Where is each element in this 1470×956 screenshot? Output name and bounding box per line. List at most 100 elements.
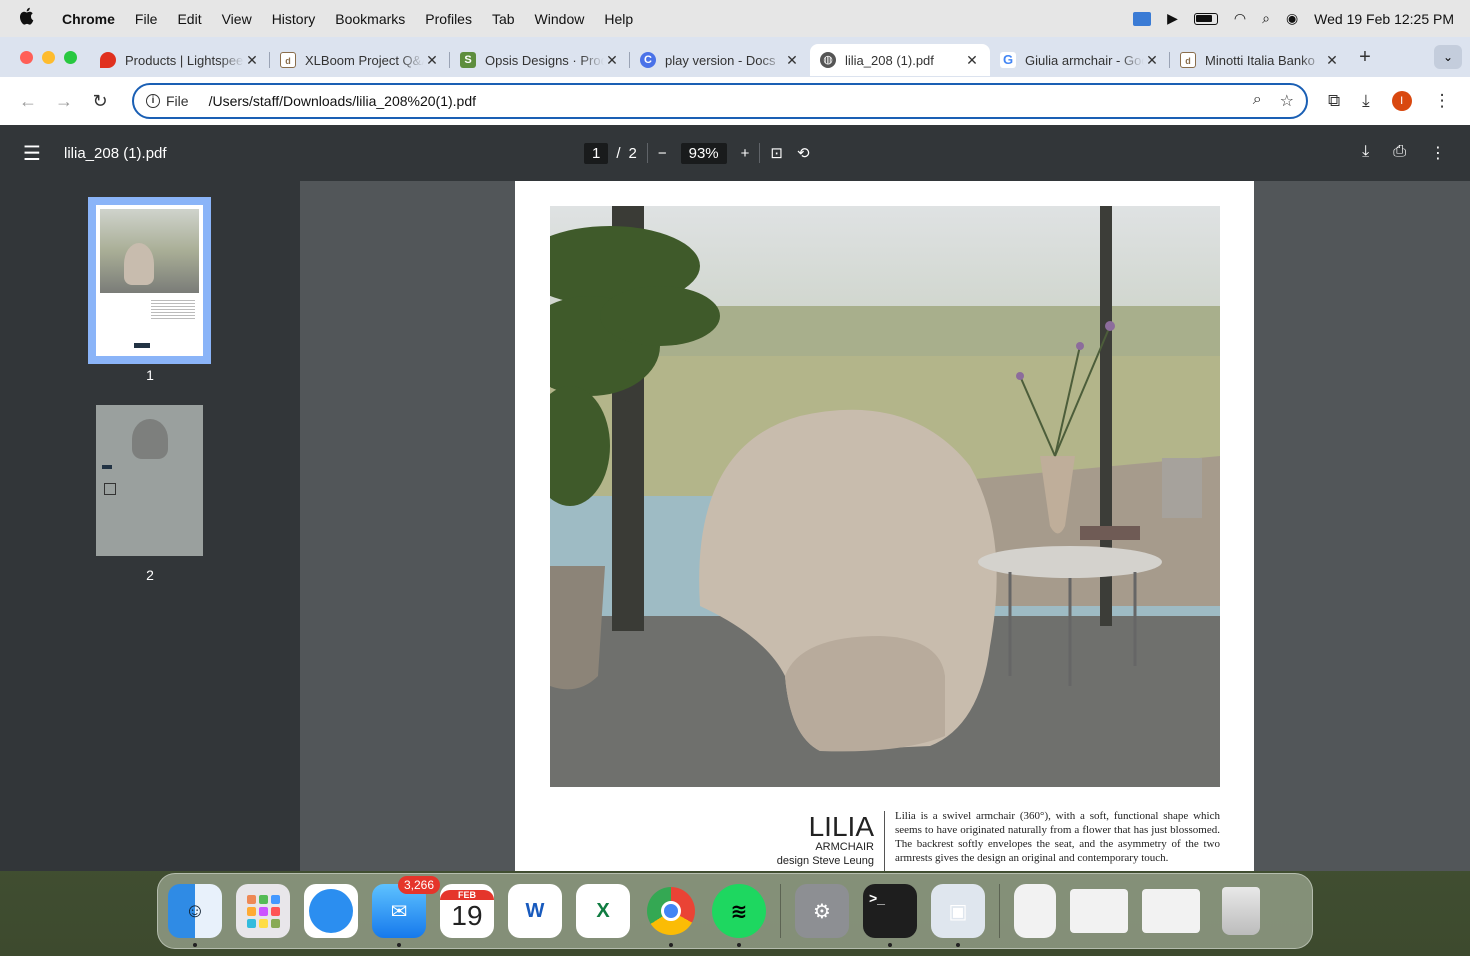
close-tab-icon[interactable]: ✕	[424, 52, 440, 69]
pdf-viewport[interactable]: LILIA ARMCHAIR design Steve Leung Lilia …	[300, 181, 1470, 871]
wifi-icon[interactable]: ◠	[1234, 10, 1246, 27]
pdf-download-icon[interactable]: ⤓	[1362, 143, 1369, 163]
thumbnail-chair	[124, 243, 154, 285]
menubar-datetime[interactable]: Wed 19 Feb 12:25 PM	[1314, 11, 1454, 27]
menu-history[interactable]: History	[262, 11, 326, 27]
fit-to-page-icon[interactable]: ⊡	[770, 144, 783, 162]
site-info-button[interactable]: i File	[146, 93, 189, 109]
thumbnail-logo	[134, 343, 150, 348]
profile-avatar[interactable]: I	[1391, 91, 1412, 111]
docs-favicon-icon: C	[640, 52, 656, 68]
close-window-button[interactable]	[20, 50, 33, 64]
menu-help[interactable]: Help	[594, 11, 643, 27]
zoom-magnifier-icon[interactable]: ⌕	[1253, 91, 1262, 111]
close-tab-icon[interactable]: ✕	[1324, 52, 1340, 69]
page-separator: /	[616, 144, 621, 162]
menu-tab[interactable]: Tab	[482, 11, 525, 27]
menu-app-name[interactable]: Chrome	[52, 11, 125, 27]
system-settings-app-icon[interactable]: ⚙	[795, 884, 849, 938]
page-selector: 1 / 2	[584, 142, 637, 164]
address-bar[interactable]: i File /Users/staff/Downloads/lilia_208%…	[132, 83, 1308, 119]
spotify-app-icon[interactable]: ≋	[712, 884, 766, 947]
view-controls: ⊡ ⟲	[770, 144, 809, 162]
tab-xlboom[interactable]: d XLBoom Project Q&A ✕	[270, 44, 450, 76]
chair-seat	[785, 636, 945, 752]
safari-app-icon[interactable]	[304, 884, 358, 938]
menu-view[interactable]: View	[212, 11, 262, 27]
page-thumbnail-1[interactable]	[88, 197, 211, 364]
launchpad-app-icon[interactable]	[236, 884, 290, 938]
product-description: Lilia is a swivel armchair (360°), with …	[895, 810, 1220, 864]
menu-edit[interactable]: Edit	[167, 11, 211, 27]
word-app-icon[interactable]: W	[508, 884, 562, 938]
site-info-label: File	[166, 93, 189, 109]
mail-badge: 3,266	[397, 876, 440, 894]
current-page-input[interactable]: 1	[584, 142, 609, 164]
bookmark-star-icon[interactable]: ☆	[1280, 91, 1294, 111]
zoom-level-input[interactable]: 93%	[680, 142, 727, 164]
zoom-out-icon[interactable]: −	[658, 145, 667, 162]
recent-document-thumbnail[interactable]	[1014, 884, 1056, 938]
tab-lightspeed[interactable]: Products | Lightspeed ✕	[90, 44, 270, 76]
close-tab-icon[interactable]: ✕	[964, 52, 980, 69]
extensions-icon[interactable]: ⧉	[1328, 91, 1340, 111]
reload-button[interactable]: ↻	[82, 91, 118, 112]
thumbnail-logo	[102, 465, 112, 469]
downloads-icon[interactable]: ⤓	[1362, 91, 1370, 111]
tab-giulia[interactable]: G Giulia armchair - Google ✕	[990, 44, 1170, 76]
tab-search-button[interactable]: ⌄	[1434, 45, 1462, 69]
zoom-controls: − 93% +	[658, 142, 750, 164]
recent-document-thumbnail[interactable]	[1070, 889, 1128, 933]
mail-app-icon[interactable]: ✉ 3,266	[372, 876, 440, 947]
close-tab-icon[interactable]: ✕	[784, 52, 800, 69]
tab-opsis[interactable]: S Opsis Designs · Products ✕	[450, 44, 630, 76]
minimize-window-button[interactable]	[42, 50, 55, 64]
tab-minotti[interactable]: d Minotti Italia Banko ✕	[1170, 44, 1350, 76]
url-text[interactable]: /Users/staff/Downloads/lilia_208%20(1).p…	[209, 93, 476, 109]
back-button[interactable]: ←	[10, 91, 46, 112]
terminal-app-icon[interactable]: >_	[863, 884, 917, 947]
menu-window[interactable]: Window	[525, 11, 595, 27]
rotate-icon[interactable]: ⟲	[797, 144, 810, 162]
chrome-menu-icon[interactable]: ⋮	[1434, 91, 1451, 111]
chrome-app-icon[interactable]	[644, 884, 698, 947]
zoom-window-button[interactable]	[64, 50, 77, 64]
recent-document-thumbnail[interactable]	[1142, 889, 1200, 933]
apple-menu-icon[interactable]	[0, 7, 52, 30]
play-status-icon[interactable]: ▶	[1167, 10, 1178, 27]
calendar-app-icon[interactable]: FEB 19	[440, 884, 494, 938]
macos-menubar: Chrome File Edit View History Bookmarks …	[0, 0, 1470, 37]
tray	[1080, 526, 1140, 540]
pdf-page-1: LILIA ARMCHAIR design Steve Leung Lilia …	[515, 181, 1254, 871]
menu-file[interactable]: File	[125, 11, 168, 27]
product-designer: design Steve Leung	[776, 855, 874, 867]
finder-app-icon[interactable]: ☺	[168, 884, 222, 947]
trash-icon[interactable]	[1214, 884, 1268, 938]
tab-title: Minotti Italia Banko	[1205, 52, 1315, 68]
new-tab-button[interactable]: +	[1350, 46, 1380, 69]
armchair-scene	[550, 206, 1220, 787]
tab-lilia-pdf[interactable]: ◍ lilia_208 (1).pdf ✕	[810, 44, 990, 76]
forward-button[interactable]: →	[46, 91, 82, 112]
zoom-in-icon[interactable]: +	[741, 145, 750, 162]
close-tab-icon[interactable]: ✕	[1144, 52, 1160, 69]
thumbnail-stamp	[104, 483, 116, 495]
card-status-icon[interactable]	[1133, 11, 1152, 26]
preview-app-icon[interactable]: ▣	[931, 884, 985, 947]
pdf-filename: lilia_208 (1).pdf	[64, 144, 167, 162]
print-icon[interactable]: ⎙	[1393, 143, 1406, 163]
menu-bookmarks[interactable]: Bookmarks	[325, 11, 415, 27]
spotlight-search-icon[interactable]: ⌕	[1262, 10, 1270, 27]
control-center-icon[interactable]: ◉	[1286, 10, 1298, 27]
tab-play-version[interactable]: C play version - Docs ✕	[630, 44, 810, 76]
menu-profiles[interactable]: Profiles	[415, 11, 482, 27]
close-tab-icon[interactable]: ✕	[604, 52, 620, 69]
document-favicon-icon: d	[280, 52, 296, 68]
sidebar-toggle-menu-icon[interactable]: ☰	[0, 141, 64, 166]
battery-icon[interactable]	[1193, 12, 1218, 25]
globe-favicon-icon: ◍	[820, 52, 836, 68]
pdf-more-options-icon[interactable]: ⋮	[1430, 143, 1446, 163]
close-tab-icon[interactable]: ✕	[244, 52, 260, 69]
page-thumbnail-2[interactable]	[96, 405, 203, 556]
excel-app-icon[interactable]: X	[576, 884, 630, 938]
